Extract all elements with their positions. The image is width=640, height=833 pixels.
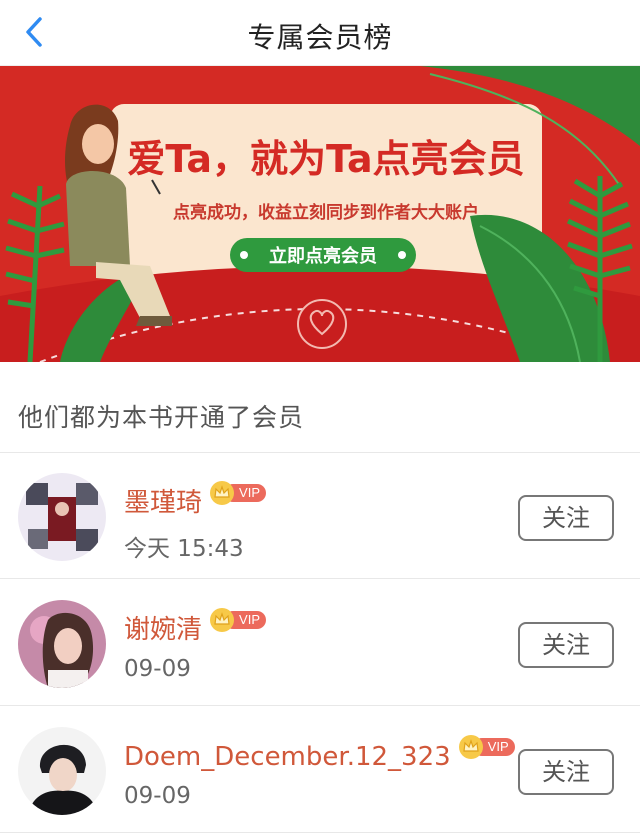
follow-button[interactable]: 关注 bbox=[518, 495, 614, 541]
promo-banner[interactable]: 爱Ta，就为Ta点亮会员 点亮成功，收益立刻同步到作者大大账户 立即点亮会员 bbox=[0, 66, 640, 362]
avatar[interactable] bbox=[18, 600, 106, 688]
member-time: 09-09 bbox=[124, 656, 191, 682]
vip-badge: VIP bbox=[458, 735, 515, 759]
member-row: Doem_December.12_323 VIP 09-09 关注 bbox=[0, 707, 640, 833]
member-name[interactable]: 墨瑾琦 VIP bbox=[124, 481, 267, 519]
banner-subline: 点亮成功，收益立刻同步到作者大大账户 bbox=[173, 202, 479, 223]
cta-label: 立即点亮会员 bbox=[269, 245, 377, 267]
avatar[interactable] bbox=[18, 727, 106, 815]
vip-badge: VIP bbox=[210, 481, 267, 505]
follow-button[interactable]: 关注 bbox=[518, 749, 614, 795]
member-time: 09-09 bbox=[124, 783, 191, 809]
top-bar: 专属会员榜 bbox=[0, 0, 640, 66]
member-time: 今天 15:43 bbox=[124, 536, 244, 562]
banner-headline: 爱Ta，就为Ta点亮会员 bbox=[127, 137, 524, 181]
avatar[interactable] bbox=[18, 473, 106, 561]
member-name[interactable]: Doem_December.12_323 VIP bbox=[124, 735, 515, 772]
section-title: 他们都为本书开通了会员 bbox=[18, 403, 305, 432]
member-row: 墨瑾琦 VIP 今天 15:43 关注 bbox=[0, 453, 640, 579]
member-row: 谢婉清 VIP 09-09 关注 bbox=[0, 580, 640, 706]
vip-badge: VIP bbox=[210, 608, 267, 632]
crown-icon bbox=[214, 612, 230, 625]
page-title: 专属会员榜 bbox=[247, 21, 393, 54]
heart-seal-icon bbox=[297, 299, 347, 349]
follow-button[interactable]: 关注 bbox=[518, 622, 614, 668]
crown-icon bbox=[462, 739, 479, 752]
crown-icon bbox=[214, 485, 230, 498]
member-name[interactable]: 谢婉清 VIP bbox=[124, 608, 267, 646]
